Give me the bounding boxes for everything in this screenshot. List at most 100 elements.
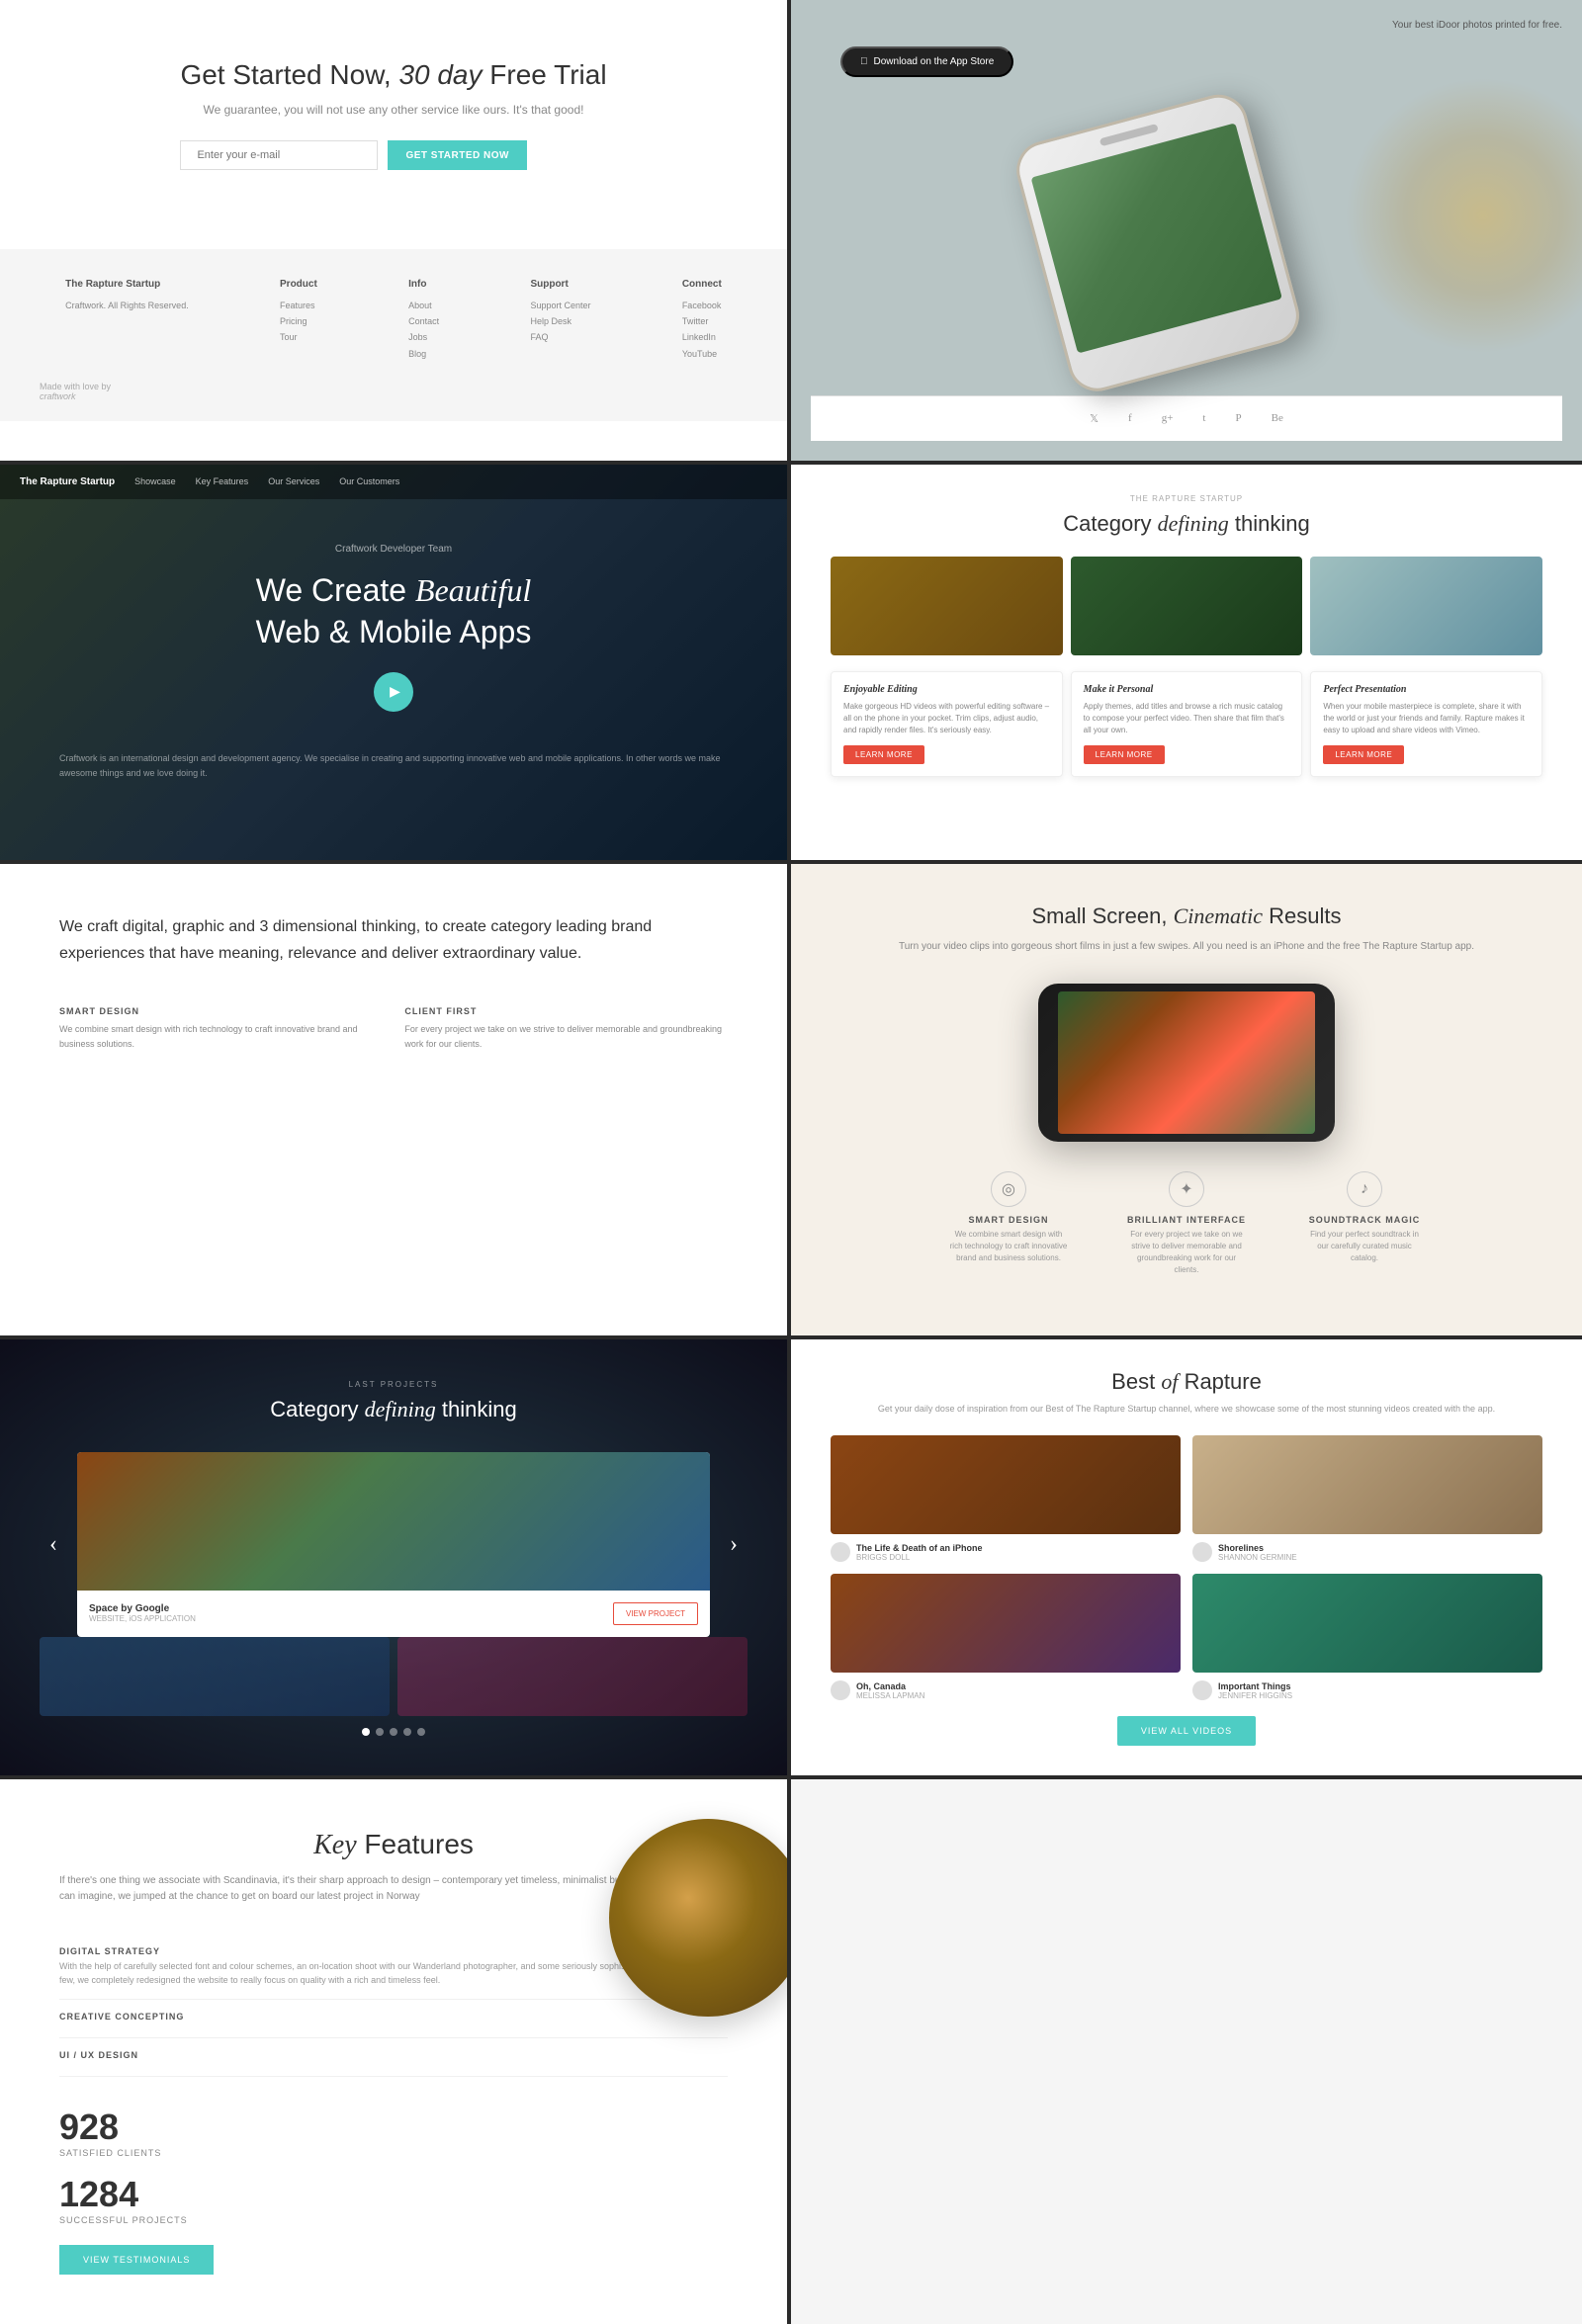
col-title: SMART DESIGN (59, 1006, 365, 1016)
footer-link[interactable]: Tour (280, 329, 317, 345)
view-project-btn[interactable]: VIEW PROJECT (613, 1602, 698, 1625)
tumblr-icon[interactable]: t (1202, 412, 1205, 425)
dot-2[interactable] (376, 1728, 384, 1736)
panel-key-features: Key Features If there's one thing we ass… (0, 1779, 791, 2324)
avatar-4 (1192, 1680, 1212, 1700)
footer-link[interactable]: Features (280, 298, 317, 313)
footer-link[interactable]: YouTube (682, 346, 722, 362)
video-item-2: Shorelines SHANNON GERMINE (1192, 1435, 1542, 1562)
feat-desc: We combine smart design with rich techno… (949, 1229, 1068, 1264)
video-info-3: Oh, Canada MELISSA LAPMAN (856, 1681, 924, 1700)
footer-nav: The Rapture Startup Craftwork. All Right… (0, 249, 787, 421)
footer-link[interactable]: FAQ (530, 329, 590, 345)
footer-col-heading: Info (408, 279, 439, 290)
dot-4[interactable] (403, 1728, 411, 1736)
stat-label: SUCCESSFUL PROJECTS (59, 2215, 728, 2225)
view-all-videos-btn[interactable]: VIEW ALL VIDEOS (1117, 1716, 1256, 1746)
panel-category-thinking: THE RAPTURE STARTUP Category defining th… (791, 465, 1582, 860)
nav-bar: The Rapture Startup Showcase Key Feature… (0, 465, 787, 499)
video-meta-1: The Life & Death of an iPhone BRIGGS DOL… (831, 1542, 1181, 1562)
video-info-1: The Life & Death of an iPhone BRIGGS DOL… (856, 1543, 983, 1562)
video-title: Important Things (1218, 1681, 1292, 1691)
side-card-2 (397, 1637, 747, 1716)
footer-link[interactable]: About (408, 298, 439, 313)
learn-more-btn-3[interactable]: LEARN MORE (1323, 745, 1404, 764)
behance-icon[interactable]: Be (1272, 412, 1283, 425)
card-title: Make it Personal (1084, 684, 1290, 695)
feat-title: UI / UX DESIGN (59, 2050, 728, 2060)
footer-col-heading: The Rapture Startup (65, 279, 189, 290)
footer-link[interactable]: Facebook (682, 298, 722, 313)
footer-columns: The Rapture Startup Craftwork. All Right… (20, 279, 767, 362)
nav-link-showcase[interactable]: Showcase (134, 476, 176, 486)
subtitle: We guarantee, you will not use any other… (180, 103, 606, 117)
pinterest-icon[interactable]: P (1235, 412, 1241, 425)
top-text: Your best iDoor photos printed for free. (811, 20, 1562, 31)
footer-link[interactable]: Twitter (682, 313, 722, 329)
phone-landscape-mockup (1038, 984, 1335, 1142)
section-headline: Best of Rapture (831, 1369, 1542, 1395)
facebook-icon[interactable]: f (1128, 412, 1132, 425)
card-title: Enjoyable Editing (843, 684, 1050, 695)
card-title: Perfect Presentation (1323, 684, 1530, 695)
side-card-1 (40, 1637, 390, 1716)
google-plus-icon[interactable]: g+ (1162, 412, 1174, 425)
col-client-first: CLIENT FIRST For every project we take o… (404, 1006, 728, 1051)
stat-label: SATISFIED CLIENTS (59, 2148, 728, 2158)
social-links: 𝕏 f g+ t P Be (811, 395, 1562, 441)
footer-link[interactable]: Blog (408, 346, 439, 362)
app-store-button[interactable]:  Download on the App Store (840, 46, 1013, 77)
card-image (77, 1452, 710, 1591)
feat-title: SMART DESIGN (949, 1215, 1068, 1225)
footer-link[interactable]: Pricing (280, 313, 317, 329)
footer-link[interactable]: Contact (408, 313, 439, 329)
iphone-device (1010, 88, 1305, 397)
subtitle: Turn your video clips into gorgeous shor… (850, 939, 1523, 954)
feature-cards: Enjoyable Editing Make gorgeous HD video… (831, 671, 1542, 777)
dot-1[interactable] (362, 1728, 370, 1736)
soundtrack-magic-icon: ♪ (1347, 1171, 1382, 1207)
video-thumb-2 (1192, 1435, 1542, 1534)
video-item-1: The Life & Death of an iPhone BRIGGS DOL… (831, 1435, 1181, 1562)
section-headline: Category defining thinking (831, 511, 1542, 537)
footer-link[interactable]: Support Center (530, 298, 590, 313)
footer-link[interactable]: Jobs (408, 329, 439, 345)
nav-link-services[interactable]: Our Services (268, 476, 319, 486)
footer-col-info: Info About Contact Jobs Blog (408, 279, 439, 362)
nav-link-features[interactable]: Key Features (196, 476, 249, 486)
email-form: GET STARTED NOW (180, 140, 606, 170)
carousel-next[interactable]: › (720, 1521, 747, 1568)
side-cards (40, 1637, 747, 1716)
footer-col-product: Product Features Pricing Tour (280, 279, 317, 362)
footer-col-connect: Connect Facebook Twitter LinkedIn YouTub… (682, 279, 722, 362)
card-desc: When your mobile masterpiece is complete… (1323, 701, 1530, 736)
panel-iphone-app: Your best iDoor photos printed for free.… (791, 0, 1582, 461)
dot-5[interactable] (417, 1728, 425, 1736)
carousel-dots (362, 1728, 425, 1736)
card-desc: Make gorgeous HD videos with powerful ed… (843, 701, 1050, 736)
project-carousel: ‹ Space by Google WEBSITE, iOS APPLICATI… (40, 1452, 747, 1637)
twitter-icon[interactable]: 𝕏 (1090, 412, 1099, 425)
testimonials-button[interactable]: VIEW TESTIMONIALS (59, 2245, 214, 2275)
carousel-prev[interactable]: ‹ (40, 1521, 67, 1568)
footer-brand: Made with love by craftwork (20, 382, 767, 401)
nav-link-customers[interactable]: Our Customers (339, 476, 399, 486)
card-title: Space by Google (89, 1603, 196, 1614)
footer-link[interactable]: LinkedIn (682, 329, 722, 345)
learn-more-btn-1[interactable]: LEARN MORE (843, 745, 924, 764)
section-headline: Category defining thinking (270, 1397, 516, 1422)
learn-more-btn-2[interactable]: LEARN MORE (1084, 745, 1165, 764)
footer-link[interactable]: Help Desk (530, 313, 590, 329)
phone-screen (1058, 991, 1315, 1134)
play-button[interactable] (374, 672, 413, 712)
cta-button[interactable]: GET STARTED NOW (388, 140, 527, 170)
flower-decoration (1345, 77, 1582, 354)
feat-desc: Find your perfect soundtrack in our care… (1305, 1229, 1424, 1264)
dot-3[interactable] (390, 1728, 397, 1736)
nav-brand: The Rapture Startup (20, 476, 115, 487)
small-label: LAST PROJECTS (349, 1380, 439, 1389)
col-smart-design: SMART DESIGN We combine smart design wit… (59, 1006, 365, 1051)
email-input[interactable] (180, 140, 378, 170)
feat-title: CREATIVE CONCEPTING (59, 2012, 728, 2022)
video-meta-4: Important Things JENNIFER HIGGINS (1192, 1680, 1542, 1700)
